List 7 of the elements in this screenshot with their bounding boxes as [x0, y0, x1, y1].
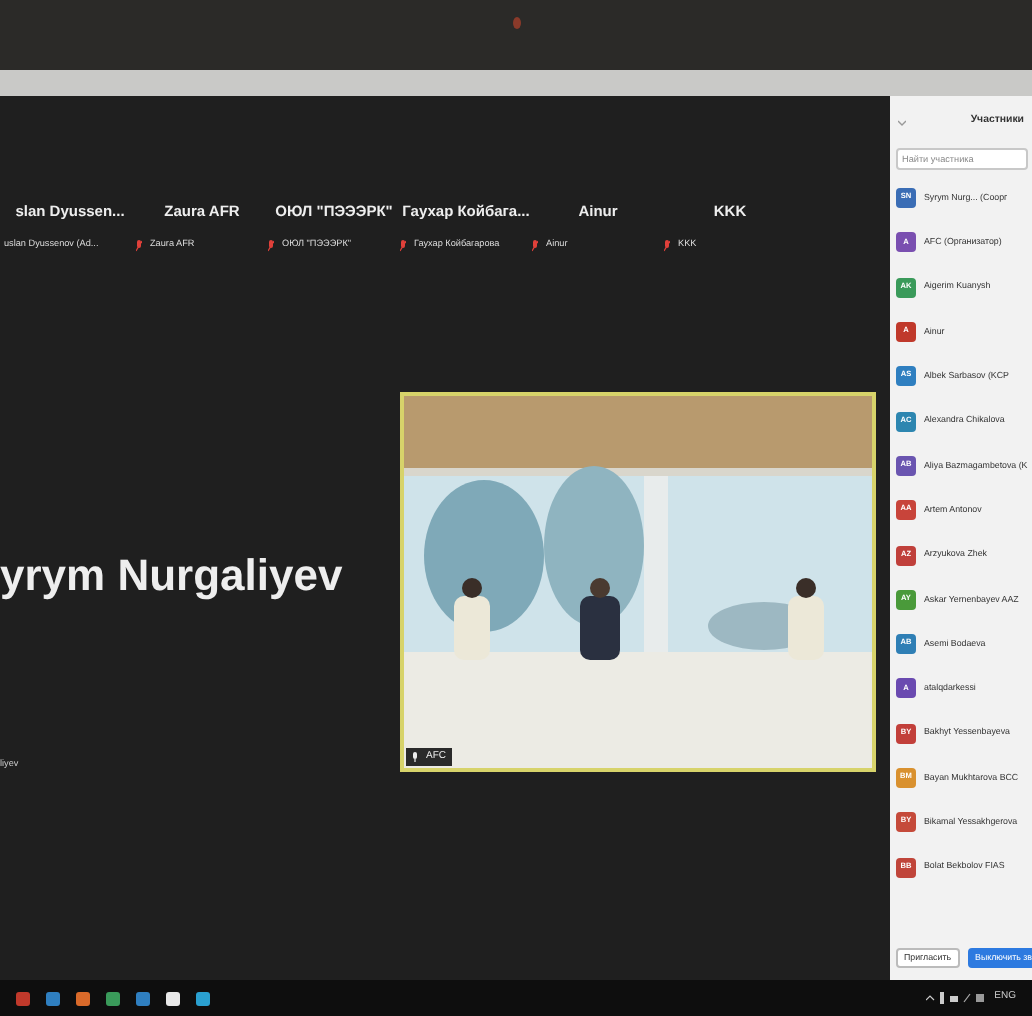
taskbar-app-icon[interactable]	[166, 991, 180, 1005]
speaker-name: yrym Nurgaliyev	[0, 548, 345, 605]
microphone-icon	[412, 751, 418, 762]
tray-icons-drawing[interactable]	[926, 992, 987, 1004]
taskbar-app-icon[interactable]	[196, 991, 210, 1005]
chevron-icon[interactable]	[898, 119, 906, 125]
webcam-icon	[511, 16, 521, 30]
